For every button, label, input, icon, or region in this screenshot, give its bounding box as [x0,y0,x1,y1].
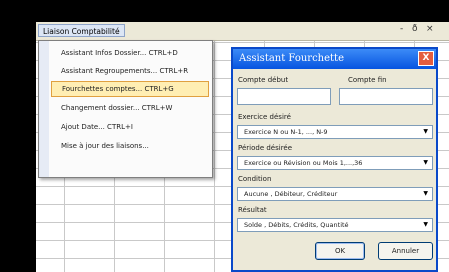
dialog-close-icon[interactable]: X [418,51,434,66]
cancel-button[interactable]: Annuler [378,242,433,260]
menu-item-fourchettes-comptes[interactable]: Fourchettes comptes... CTRL+G [51,81,209,97]
menu-item-changement-dossier[interactable]: Changement dossier... CTRL+W [51,100,209,116]
periode-value: Exercice ou Révision ou Mois 1,...,36 [244,159,363,167]
exercice-select[interactable]: Exercice N ou N-1, ..., N-9 ▼ [237,125,433,139]
exercice-label: Exercice désiré [238,113,291,121]
menu-gutter [39,41,49,177]
condition-label: Condition [238,175,272,183]
liaison-dropdown-menu: Assistant Infos Dossier... CTRL+D Assist… [38,40,213,178]
resultat-label: Résultat [238,206,267,214]
minimize-icon[interactable]: - [400,24,403,34]
menu-item-ajout-date[interactable]: Ajout Date... CTRL+I [51,119,209,135]
ok-button[interactable]: OK [315,242,365,260]
compte-fin-label: Compte fin [348,76,387,84]
restore-icon[interactable]: ð [412,24,418,34]
chevron-down-icon[interactable]: ▼ [423,126,428,138]
periode-label: Période désirée [238,144,293,152]
exercice-value: Exercice N ou N-1, ..., N-9 [244,128,328,136]
resultat-select[interactable]: Solde , Débits, Crédits, Quantité ▼ [237,218,433,232]
compte-fin-input[interactable] [339,88,433,105]
assistant-fourchette-dialog: Assistant Fourchette X Compte début Comp… [231,47,438,272]
chevron-down-icon[interactable]: ▼ [423,188,428,200]
compte-debut-input[interactable] [237,88,331,105]
menu-liaison-comptabilite[interactable]: Liaison Comptabilité [38,24,125,37]
close-icon[interactable]: × [426,24,434,34]
menu-bar: Liaison Comptabilité - ð × [36,22,449,41]
periode-select[interactable]: Exercice ou Révision ou Mois 1,...,36 ▼ [237,156,433,170]
menu-item-regroupements[interactable]: Assistant Regroupements... CTRL+R [51,63,209,79]
condition-select[interactable]: Aucune , Débiteur, Créditeur ▼ [237,187,433,201]
menu-item-infos-dossier[interactable]: Assistant Infos Dossier... CTRL+D [51,45,209,61]
condition-value: Aucune , Débiteur, Créditeur [244,190,338,198]
chevron-down-icon[interactable]: ▼ [423,219,428,231]
dialog-title: Assistant Fourchette [233,49,436,69]
menu-item-mise-a-jour-liaisons[interactable]: Mise à jour des liaisons... [51,138,209,154]
resultat-value: Solde , Débits, Crédits, Quantité [244,221,349,229]
chevron-down-icon[interactable]: ▼ [423,157,428,169]
compte-debut-label: Compte début [238,76,289,84]
app-screen: Liaison Comptabilité - ð × Assistant Inf… [36,22,449,272]
